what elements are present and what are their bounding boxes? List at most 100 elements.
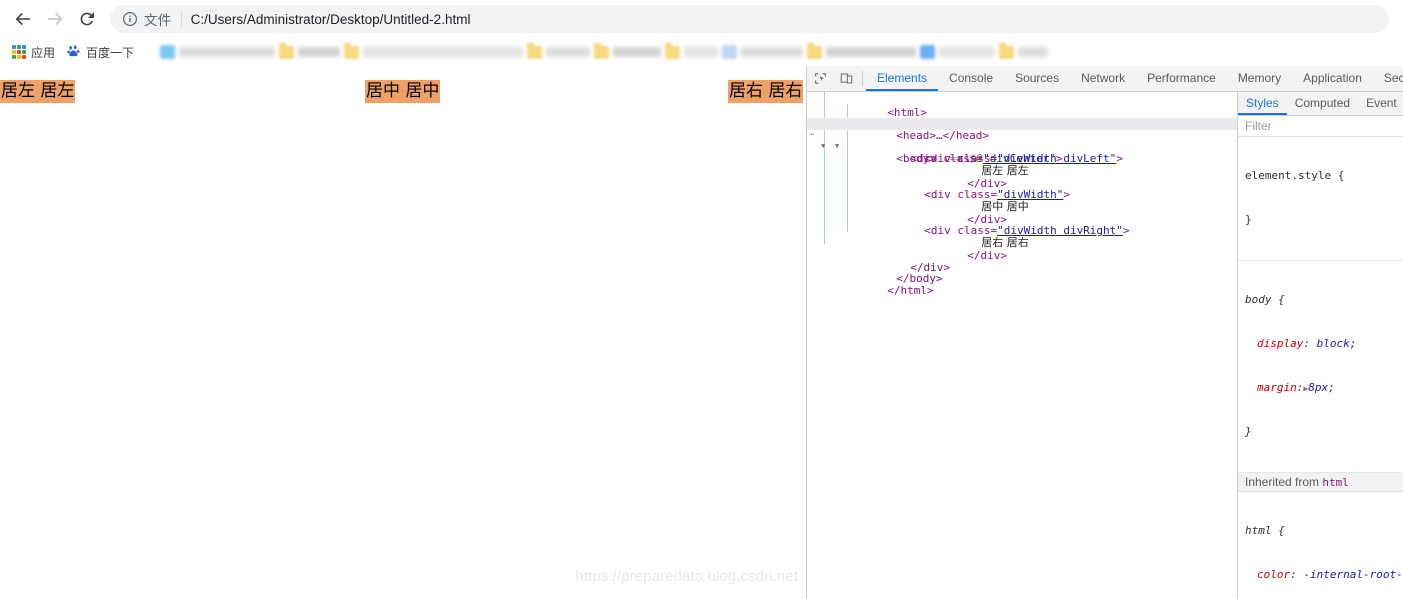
dom-row-body-close[interactable]: </body> — [807, 262, 1237, 285]
bookmark-label-redacted — [741, 47, 804, 57]
css-property: color — [1257, 568, 1291, 582]
dom-row-divcenter-close[interactable]: </div> — [807, 250, 1237, 273]
forward-button[interactable] — [40, 4, 70, 34]
bookmark-item[interactable] — [665, 42, 719, 62]
inspect-element-icon[interactable] — [807, 66, 833, 91]
favicon-icon — [722, 45, 738, 59]
browser-window: 文件 C:/Users/Administrator/Desktop/Untitl… — [0, 0, 1403, 599]
devtools-tab-strip: Elements Console Sources Network Performance… — [866, 66, 1403, 91]
css-value[interactable]: block; — [1317, 337, 1357, 350]
info-circle-icon[interactable] — [122, 11, 138, 27]
css-value[interactable]: -internal-root-c — [1303, 568, 1403, 581]
div-center-container: 居左 居左 居中 居中 居右 居右 — [0, 74, 804, 104]
bookmark-item[interactable] — [722, 42, 804, 62]
devtools-tab-label: Elements — [877, 70, 928, 85]
dom-row-head[interactable]: ▶ <head>…</head> — [807, 107, 1237, 141]
dom-row-divright-text[interactable]: 居右 居右 — [807, 225, 1237, 249]
dom-row-divleft[interactable]: <div class="divWidth divLeft"> — [807, 141, 1237, 165]
watermark: https://preparedata.blog.csdn.net — [575, 568, 798, 585]
styles-filter-placeholder: Filter — [1245, 119, 1272, 133]
devtools-tab-label: Application — [1303, 70, 1362, 85]
dom-row-divright-close[interactable]: </div> — [807, 238, 1237, 262]
div-right-box: 居右 居右 — [728, 80, 804, 103]
css-rule-body[interactable]: body { display: block; margin:▶8px; } — [1238, 261, 1403, 474]
bookmark-label-redacted — [684, 47, 719, 57]
devtools-tab-application[interactable]: Application — [1292, 66, 1373, 91]
css-rule-html[interactable]: html { color: -internal-root-c } — [1238, 492, 1403, 599]
inherited-source[interactable]: html — [1322, 476, 1349, 489]
devtools-tab-sources[interactable]: Sources — [1004, 66, 1070, 91]
dom-row-divleft-close[interactable]: </div> — [807, 166, 1237, 189]
bookmark-label-redacted — [1018, 47, 1049, 57]
devtools-tab-performance[interactable]: Performance — [1136, 66, 1227, 91]
omnibox-separator — [180, 11, 182, 27]
dom-row-body[interactable]: ⋯ ▼ <body> == $0 — [807, 118, 1237, 164]
devtools-tab-console[interactable]: Console — [938, 66, 1004, 91]
devtools-tab-network[interactable]: Network — [1070, 66, 1136, 91]
bookmark-apps-label: 应用 — [31, 45, 56, 60]
bookmark-item[interactable] — [920, 42, 996, 62]
devtools-tab-elements[interactable]: Elements — [866, 66, 939, 91]
css-close-brace: } — [1245, 425, 1252, 439]
bookmark-item[interactable] — [160, 42, 276, 62]
dom-row-html-close[interactable]: </html> — [807, 273, 1237, 296]
url-text[interactable]: C:/Users/Administrator/Desktop/Untitled-… — [191, 12, 1377, 27]
devtools-panel: Elements Console Sources Network Performance… — [806, 66, 1403, 599]
dom-row-divmid[interactable]: <div class="divWidth"> — [807, 178, 1237, 201]
styles-tab-computed[interactable]: Computed — [1287, 92, 1358, 115]
inherited-from-bar: Inherited from html — [1238, 473, 1403, 493]
dom-row-divmid-text[interactable]: 居中 居中 — [807, 189, 1237, 212]
styles-tab-styles[interactable]: Styles — [1238, 92, 1287, 115]
styles-tab-label: Computed — [1294, 95, 1351, 110]
dom-row-divleft-text[interactable]: 居左 居左 — [807, 153, 1237, 176]
bookmark-apps[interactable]: 应用 — [6, 41, 61, 63]
dom-row-divright[interactable]: <div class="divWidth divRight"> — [807, 214, 1237, 237]
bookmarks-bar: 应用 百度一下 — [0, 38, 1403, 66]
inherited-label: Inherited from — [1245, 475, 1320, 490]
bookmark-item[interactable] — [344, 42, 524, 62]
styles-tab-strip: Styles Computed Event — [1238, 92, 1403, 116]
styles-filter-input[interactable]: Filter — [1238, 116, 1403, 137]
device-toolbar-icon[interactable] — [833, 66, 859, 91]
back-button[interactable] — [8, 4, 38, 34]
css-selector: element.style { — [1245, 169, 1345, 183]
css-value[interactable]: 8px; — [1308, 381, 1335, 394]
devtools-tab-secur[interactable]: Secur — [1373, 66, 1403, 91]
devtools-tab-label: Memory — [1237, 70, 1282, 85]
css-property: display — [1257, 336, 1304, 350]
folder-icon — [344, 42, 360, 59]
bookmark-label-redacted — [298, 47, 341, 57]
css-declaration-color[interactable]: color: -internal-root-c — [1245, 568, 1403, 583]
devtools-tab-label: Secur — [1383, 70, 1403, 85]
css-selector: html { — [1245, 524, 1285, 538]
bookmark-item[interactable] — [527, 42, 591, 62]
bookmark-item[interactable] — [279, 42, 341, 62]
arrow-right-icon — [48, 12, 63, 26]
bookmark-item[interactable] — [999, 42, 1049, 62]
bookmark-item[interactable] — [594, 42, 662, 62]
dom-row-html[interactable]: <html> — [807, 95, 1237, 118]
bookmark-item[interactable] — [807, 42, 917, 62]
css-declaration-margin[interactable]: margin:▶8px; — [1245, 381, 1397, 397]
reload-button[interactable] — [72, 4, 102, 34]
dom-row-divmid-close[interactable]: </div> — [807, 202, 1237, 225]
bookmark-baidu[interactable]: 百度一下 — [61, 41, 140, 63]
bookmark-label-redacted — [613, 47, 662, 57]
url-scheme-label: 文件 — [144, 13, 172, 28]
address-bar[interactable]: 文件 C:/Users/Administrator/Desktop/Untitl… — [110, 5, 1389, 33]
css-selector: body { — [1245, 292, 1285, 306]
dom-row-divcenter[interactable]: ▼ <div class="divCenter"> — [807, 130, 1237, 164]
div-middle-box: 居中 居中 — [365, 80, 441, 103]
dom-tree[interactable]: <html> ▶ <head>…</head> ⋯ ▼ <body> == $0… — [807, 92, 1237, 599]
css-rule-element-style[interactable]: element.style { } — [1238, 137, 1403, 261]
styles-tab-event[interactable]: Event — [1358, 92, 1403, 115]
css-property: margin — [1257, 380, 1297, 394]
css-declaration-display[interactable]: display: block; — [1245, 337, 1397, 352]
blurred-bookmarks-group — [158, 42, 1050, 62]
styles-tab-label: Styles — [1246, 95, 1279, 110]
page-viewport: 居左 居左 居中 居中 居右 居右 https://preparedata.bl… — [0, 66, 806, 599]
devtools-tab-memory[interactable]: Memory — [1227, 66, 1292, 91]
folder-icon — [527, 42, 543, 59]
arrow-left-icon — [15, 12, 30, 26]
folder-icon — [279, 42, 295, 59]
